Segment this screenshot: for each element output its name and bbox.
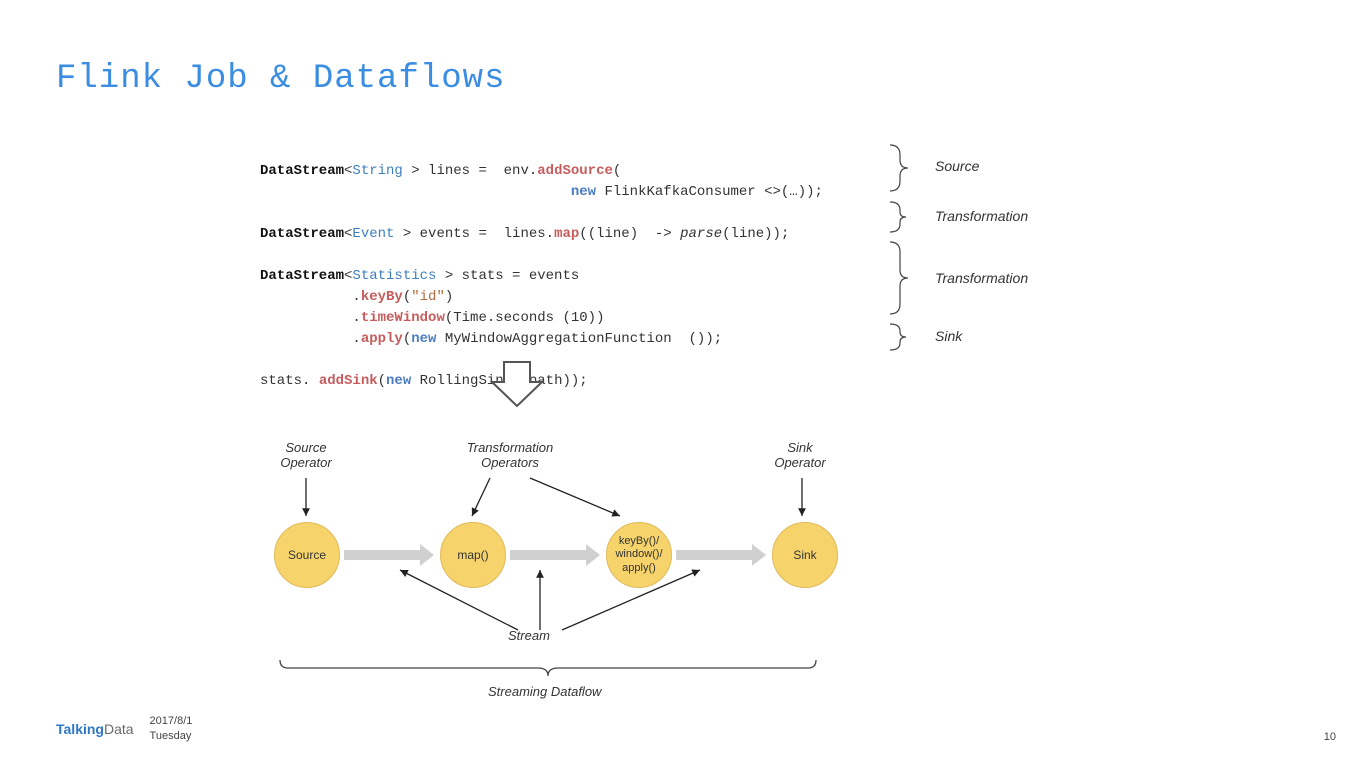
logo-part2: Data	[104, 721, 134, 737]
code-token: Event	[352, 226, 394, 242]
code-token: FlinkKafkaConsumer <>(…));	[596, 184, 823, 200]
code-block: DataStream<String > lines = env.addSourc…	[260, 140, 823, 392]
code-token: > events = lines.	[394, 226, 554, 242]
code-token: addSink	[319, 373, 378, 389]
label-source-op: Source Operator	[266, 440, 346, 470]
code-token: "id"	[411, 289, 445, 305]
code-token: .	[260, 310, 361, 326]
node-source: Source	[274, 522, 340, 588]
flow-arrow	[510, 550, 588, 560]
logo: TalkingData	[56, 721, 134, 737]
down-arrow-icon	[490, 360, 544, 410]
label-stream: Stream	[508, 628, 550, 643]
code-token: (line));	[722, 226, 789, 242]
code-token: DataStream	[260, 226, 344, 242]
code-token: ((line) ->	[579, 226, 680, 242]
code-token: stats.	[260, 373, 319, 389]
flow-arrow	[676, 550, 754, 560]
code-token: > stats = events	[436, 268, 579, 284]
code-token: (Time.seconds (10))	[445, 310, 605, 326]
code-token: .	[260, 289, 361, 305]
code-token: DataStream	[260, 163, 344, 179]
footer-date-line1: 2017/8/1	[150, 714, 193, 728]
code-token: .	[260, 331, 361, 347]
footer-date-line2: Tuesday	[150, 729, 193, 743]
page-number: 10	[1324, 731, 1336, 743]
slide-title: Flink Job & Dataflows	[56, 60, 505, 98]
node-sink: Sink	[772, 522, 838, 588]
code-token: addSource	[537, 163, 613, 179]
code-token: (	[378, 373, 386, 389]
code-token: DataStream	[260, 268, 344, 284]
annotation-trans2: Transformation	[935, 270, 1028, 286]
code-token: timeWindow	[361, 310, 445, 326]
node-keyby: keyBy()/ window()/ apply()	[606, 522, 672, 588]
code-token: new	[411, 331, 436, 347]
code-token: )	[445, 289, 453, 305]
node-map: map()	[440, 522, 506, 588]
code-token: (	[613, 163, 621, 179]
code-token: > lines = env.	[403, 163, 537, 179]
flow-diagram: Source Operator Transformation Operators…	[260, 420, 880, 710]
annotation-sink: Sink	[935, 328, 962, 344]
code-token	[260, 184, 571, 200]
code-token: MyWindowAggregationFunction ());	[436, 331, 722, 347]
code-token: new	[571, 184, 596, 200]
label-streaming-dataflow: Streaming Dataflow	[488, 684, 601, 699]
code-token: (	[403, 331, 411, 347]
code-token: parse	[680, 226, 722, 242]
code-token: (	[403, 289, 411, 305]
code-token: apply	[361, 331, 403, 347]
logo-part1: Talking	[56, 721, 104, 737]
code-token: String	[352, 163, 402, 179]
label-sink-op: Sink Operator	[760, 440, 840, 470]
flow-arrow	[344, 550, 422, 560]
label-trans-ops: Transformation Operators	[440, 440, 580, 470]
code-token: new	[386, 373, 411, 389]
footer: TalkingData 2017/8/1 Tuesday	[56, 714, 192, 743]
code-token: keyBy	[361, 289, 403, 305]
annotation-source: Source	[935, 158, 979, 174]
annotation-trans1: Transformation	[935, 208, 1028, 224]
code-token: map	[554, 226, 579, 242]
footer-date: 2017/8/1 Tuesday	[150, 714, 193, 743]
code-token: Statistics	[352, 268, 436, 284]
